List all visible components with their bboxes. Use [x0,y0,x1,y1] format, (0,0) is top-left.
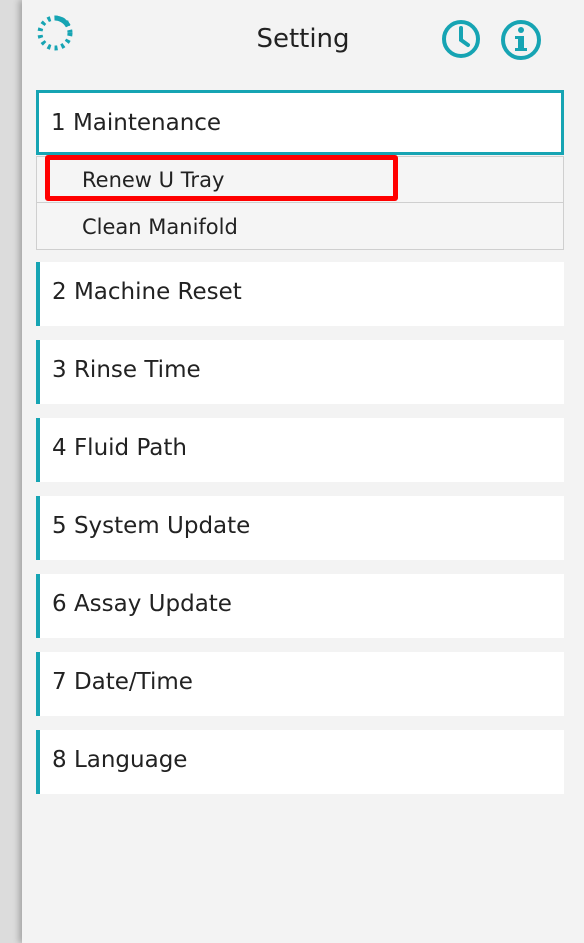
menu-item-maintenance[interactable]: 1 Maintenance [36,90,564,155]
highlight-box [45,155,398,201]
info-icon[interactable] [499,18,543,62]
maintenance-submenu: Renew U Tray Clean Manifold [36,155,564,250]
menu-item-label: 6 Assay Update [52,591,232,617]
menu-item-fluid-path[interactable]: 4 Fluid Path [36,418,564,482]
menu-item-language[interactable]: 8 Language [36,730,564,794]
header: Setting [22,0,584,84]
menu-item-label: 5 System Update [52,513,251,539]
settings-screen: Setting 1 Maintenance Renew U Tray Clean… [22,0,584,943]
menu-item-system-update[interactable]: 5 System Update [36,496,564,560]
submenu-item-label: Clean Manifold [82,215,238,239]
menu-item-label: 7 Date/Time [52,669,193,695]
menu-item-label: 2 Machine Reset [52,279,242,305]
menu-item-date-time[interactable]: 7 Date/Time [36,652,564,716]
menu-item-rinse-time[interactable]: 3 Rinse Time [36,340,564,404]
menu-item-machine-reset[interactable]: 2 Machine Reset [36,262,564,326]
menu-item-label: 3 Rinse Time [52,357,201,383]
submenu-item-clean-manifold[interactable]: Clean Manifold [37,204,563,250]
submenu-item-renew-u-tray[interactable]: Renew U Tray [37,155,563,203]
menu-item-label: 4 Fluid Path [52,435,187,461]
clock-icon[interactable] [440,18,482,60]
menu-item-assay-update[interactable]: 6 Assay Update [36,574,564,638]
menu-item-label: 1 Maintenance [51,110,222,136]
menu-item-label: 8 Language [52,747,188,773]
